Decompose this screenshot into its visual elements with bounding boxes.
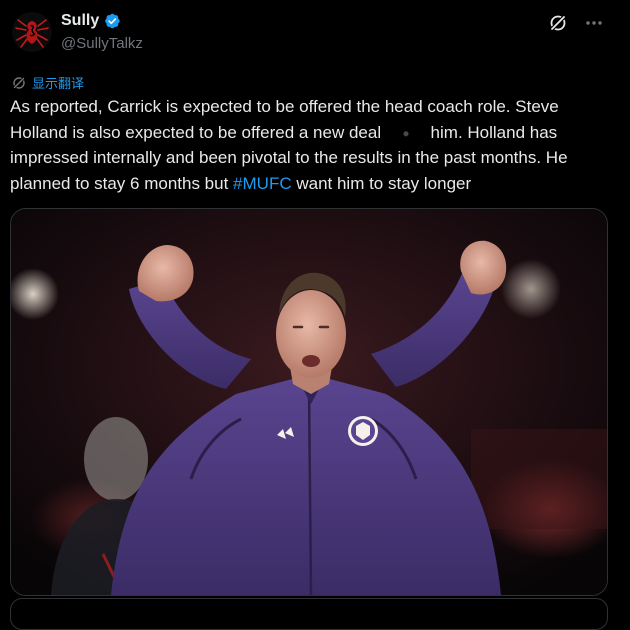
- next-content-card: [10, 598, 608, 630]
- show-translation-label: 显示翻译: [32, 76, 85, 91]
- author-handle[interactable]: @SullyTalkz: [61, 35, 143, 52]
- redacted-mark: [385, 125, 426, 142]
- author-name-row: Sully: [61, 12, 121, 30]
- hashtag-link[interactable]: #MUFC: [233, 174, 292, 193]
- author-display-name[interactable]: Sully: [61, 12, 99, 30]
- author-avatar[interactable]: [12, 12, 52, 52]
- show-translation-link[interactable]: 显示翻译: [12, 73, 84, 92]
- spider-logo-icon: [12, 12, 52, 52]
- more-options-icon[interactable]: [583, 12, 605, 34]
- verified-badge-icon: [105, 13, 120, 29]
- tweet-top-actions: [547, 12, 605, 34]
- crest: [348, 416, 378, 446]
- tweet-photo[interactable]: [10, 208, 608, 596]
- tweet-text: As reported, Carrick is expected to be o…: [10, 94, 610, 196]
- coach-celebrating-photo: [11, 209, 607, 595]
- translate-icon: [12, 75, 26, 90]
- tweet-text-part-3: want him to stay longer: [291, 173, 472, 193]
- grok-icon[interactable]: [547, 12, 569, 34]
